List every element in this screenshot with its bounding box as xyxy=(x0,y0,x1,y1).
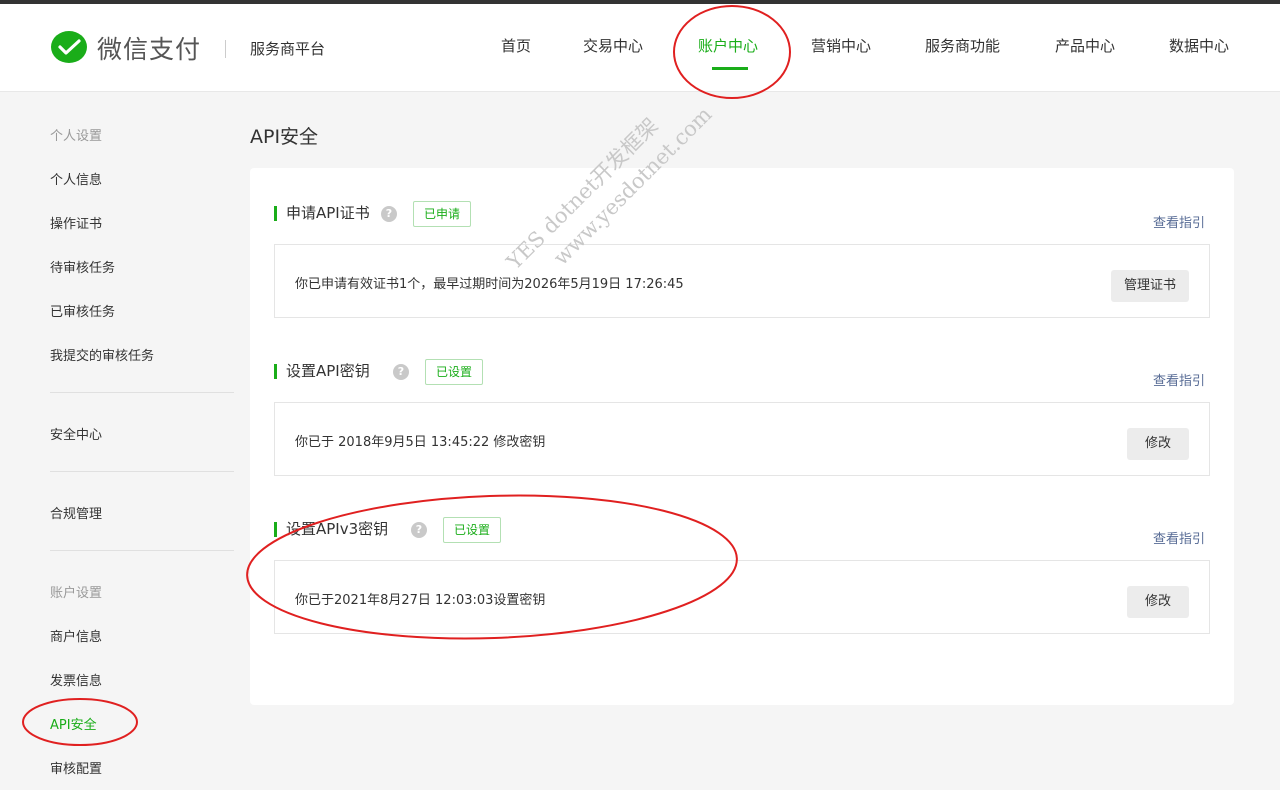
view-guide-link[interactable]: 查看指引 xyxy=(1153,370,1205,389)
section-title-api-key: 设置API密钥 xyxy=(274,364,370,379)
cert-info-box: 你已申请有效证书1个，最早过期时间为2026年5月19日 17:26:45 管理… xyxy=(274,244,1210,318)
nav-account-center[interactable]: 账户中心 xyxy=(698,35,758,56)
sidebar-item-my-submitted[interactable]: 我提交的审核任务 xyxy=(50,345,154,364)
help-icon[interactable]: ? xyxy=(411,522,427,538)
nav-trade-center[interactable]: 交易中心 xyxy=(583,35,643,56)
nav-data-center[interactable]: 数据中心 xyxy=(1169,35,1229,56)
api-key-info-text: 你已于 2018年9月5日 13:45:22 修改密钥 xyxy=(295,435,546,450)
sidebar-item-compliance[interactable]: 合规管理 xyxy=(50,503,102,522)
header: 微信支付 服务商平台 首页 交易中心 账户中心 营销中心 服务商功能 产品中心 … xyxy=(0,4,1280,92)
sidebar-item-pending-review[interactable]: 待审核任务 xyxy=(50,257,115,276)
sidebar-item-reviewed[interactable]: 已审核任务 xyxy=(50,301,115,320)
logo-divider xyxy=(225,40,226,58)
sidebar-item-invoice-info[interactable]: 发票信息 xyxy=(50,670,102,689)
logo-text[interactable]: 微信支付 xyxy=(97,30,201,66)
apiv3-key-info-box: 你已于2021年8月27日 12:03:03设置密钥 修改 xyxy=(274,560,1210,634)
sidebar-item-review-config[interactable]: 审核配置 xyxy=(50,758,102,777)
status-badge: 已申请 xyxy=(413,201,472,227)
sidebar-divider xyxy=(50,471,234,472)
status-badge: 已设置 xyxy=(425,359,484,385)
sidebar-header-account: 账户设置 xyxy=(50,586,103,601)
nav-marketing-center[interactable]: 营销中心 xyxy=(811,35,871,56)
view-guide-link[interactable]: 查看指引 xyxy=(1153,528,1205,547)
page-title: API安全 xyxy=(250,126,319,148)
modify-api-key-button[interactable]: 修改 xyxy=(1127,428,1189,460)
apiv3-key-info-text: 你已于2021年8月27日 12:03:03设置密钥 xyxy=(295,593,546,608)
nav-provider-functions[interactable]: 服务商功能 xyxy=(925,35,1000,56)
wechat-pay-logo-icon[interactable] xyxy=(50,30,88,66)
manage-cert-button[interactable]: 管理证书 xyxy=(1111,270,1189,302)
sidebar-item-operation-cert[interactable]: 操作证书 xyxy=(50,213,102,232)
api-key-info-box: 你已于 2018年9月5日 13:45:22 修改密钥 修改 xyxy=(274,402,1210,476)
sidebar-header-personal: 个人设置 xyxy=(50,129,103,144)
status-badge: 已设置 xyxy=(443,517,502,543)
sidebar-item-api-security[interactable]: API安全 xyxy=(50,714,97,733)
nav-active-indicator xyxy=(712,67,748,70)
nav-home[interactable]: 首页 xyxy=(501,35,531,56)
modify-apiv3-key-button[interactable]: 修改 xyxy=(1127,586,1189,618)
help-icon[interactable]: ? xyxy=(393,364,409,380)
sidebar-item-personal-info[interactable]: 个人信息 xyxy=(50,169,102,188)
sidebar-item-security-center[interactable]: 安全中心 xyxy=(50,424,102,443)
sidebar-item-merchant-info[interactable]: 商户信息 xyxy=(50,626,102,645)
section-title-api-cert: 申请API证书 xyxy=(274,206,370,221)
view-guide-link[interactable]: 查看指引 xyxy=(1153,212,1205,231)
platform-name: 服务商平台 xyxy=(250,40,326,58)
sidebar-divider xyxy=(50,550,234,551)
cert-info-text: 你已申请有效证书1个，最早过期时间为2026年5月19日 17:26:45 xyxy=(295,277,684,292)
section-title-apiv3-key: 设置APIv3密钥 xyxy=(274,522,388,537)
nav-product-center[interactable]: 产品中心 xyxy=(1055,35,1115,56)
sidebar-divider xyxy=(50,392,234,393)
help-icon[interactable]: ? xyxy=(381,206,397,222)
